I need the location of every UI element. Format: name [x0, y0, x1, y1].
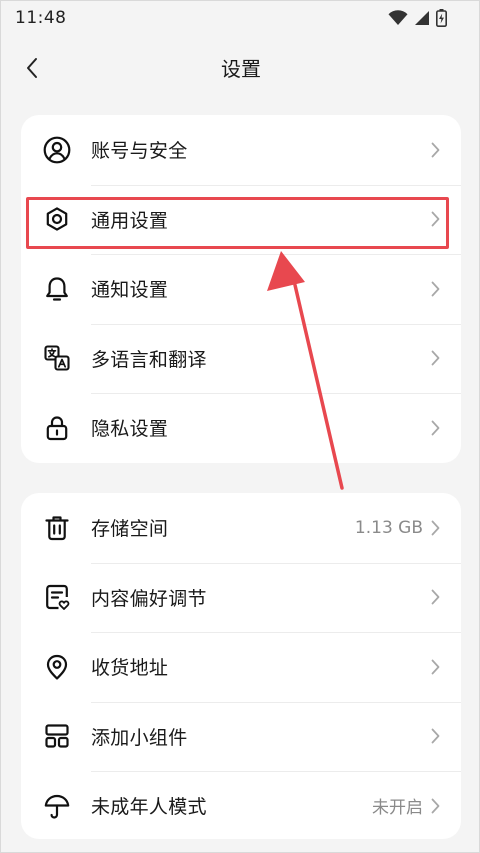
status-bar: 11:48 [1, 1, 480, 35]
settings-item-label: 收货地址 [91, 657, 169, 680]
settings-item-general[interactable]: 通用设置 [21, 184, 461, 255]
chevron-right-icon [431, 520, 440, 536]
bell-icon [46, 277, 68, 301]
settings-group-general: 存储空间 1.13 GB 内容偏好调节 收货地址 添加小组件 未成年人模式 未开… [21, 493, 461, 839]
wifi-icon [388, 10, 408, 25]
widget-icon [45, 724, 69, 748]
settings-item-notifications[interactable]: 通知设置 [21, 254, 461, 324]
settings-item-add-widget[interactable]: 添加小组件 [21, 701, 461, 772]
settings-item-content-preference[interactable]: 内容偏好调节 [21, 562, 461, 633]
umbrella-icon [44, 794, 70, 819]
settings-item-privacy[interactable]: 隐私设置 [21, 393, 461, 463]
chevron-right-icon [431, 728, 440, 744]
trash-icon [45, 516, 69, 540]
settings-group-account: 账号与安全 通用设置 通知设置 多语言和翻译 隐私设置 [21, 115, 461, 463]
settings-item-label: 添加小组件 [91, 726, 188, 749]
settings-item-label: 通知设置 [91, 279, 169, 302]
minor-mode-status-value: 未开启 [372, 798, 423, 819]
settings-screen: 11:48 设置 账号与安全 通用设置 通知设置 多语言和翻译 隐私设置 存储空… [0, 0, 480, 853]
settings-item-label: 隐私设置 [91, 418, 169, 441]
chevron-right-icon [431, 142, 440, 158]
chevron-right-icon [431, 798, 440, 814]
settings-item-label: 通用设置 [91, 209, 169, 232]
settings-item-label: 账号与安全 [91, 140, 188, 163]
nav-bar: 设置 [1, 41, 480, 95]
status-icons [388, 9, 447, 27]
chevron-right-icon [431, 659, 440, 675]
signal-icon [415, 11, 429, 25]
lock-icon [46, 416, 68, 440]
back-button[interactable] [15, 51, 49, 85]
chevron-right-icon [431, 589, 440, 605]
content-preference-icon [46, 585, 70, 611]
settings-item-label: 内容偏好调节 [91, 587, 207, 610]
settings-item-language-translation[interactable]: 多语言和翻译 [21, 323, 461, 394]
translate-icon [44, 345, 70, 371]
settings-item-minor-mode[interactable]: 未成年人模式 未开启 [21, 771, 461, 839]
chevron-right-icon [431, 211, 440, 227]
chevron-left-icon [27, 58, 37, 78]
settings-item-label: 多语言和翻译 [91, 348, 207, 371]
account-icon [43, 136, 71, 164]
settings-item-label: 未成年人模式 [91, 796, 207, 819]
page-title: 设置 [221, 57, 261, 81]
chevron-right-icon [431, 420, 440, 436]
battery-icon [436, 9, 447, 27]
settings-item-label: 存储空间 [91, 518, 169, 541]
settings-item-account-security[interactable]: 账号与安全 [21, 115, 461, 185]
settings-item-shipping-address[interactable]: 收货地址 [21, 632, 461, 702]
status-time: 11:48 [15, 8, 67, 28]
chevron-right-icon [431, 350, 440, 366]
location-pin-icon [46, 654, 68, 680]
settings-item-storage[interactable]: 存储空间 1.13 GB [21, 493, 461, 563]
gear-icon [46, 207, 68, 231]
storage-size-value: 1.13 GB [354, 517, 423, 538]
chevron-right-icon [431, 281, 440, 297]
